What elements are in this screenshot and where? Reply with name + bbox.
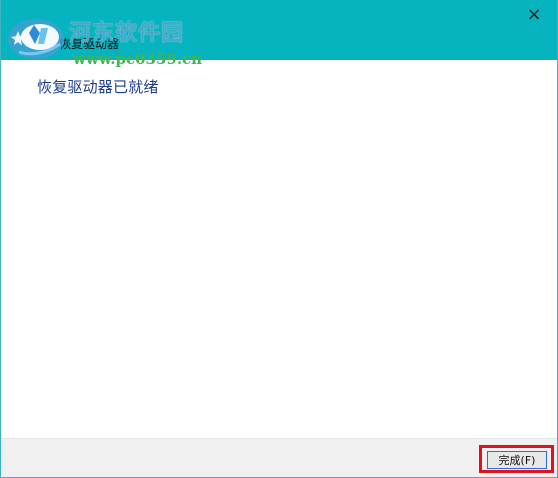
dialog-footer xyxy=(1,438,557,477)
back-arrow-icon[interactable] xyxy=(13,31,33,49)
finish-button[interactable]: 完成(F) xyxy=(487,451,547,469)
dialog-title: 恢复驱动器 xyxy=(59,37,120,51)
recovery-ready-heading: 恢复驱动器已就绪 xyxy=(37,78,159,96)
recovery-drive-window: × 恢复驱动器 河东软件园 www.pc0359.cn 恢复驱动器已就绪 完成(… xyxy=(0,0,558,478)
title-bar: × 恢复驱动器 xyxy=(1,0,557,60)
close-icon: × xyxy=(526,4,542,25)
close-button[interactable]: × xyxy=(511,0,557,30)
